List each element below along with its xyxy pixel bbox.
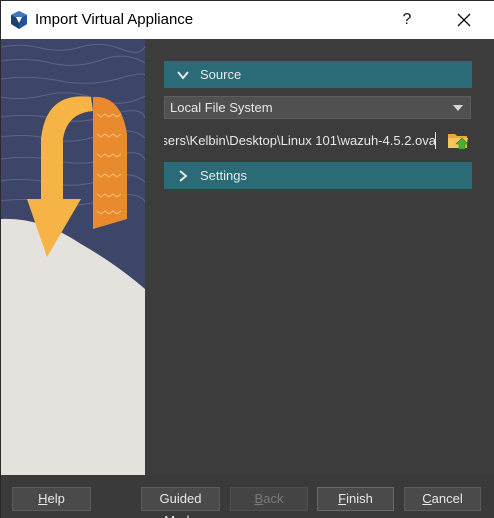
context-help-button[interactable]: ? [396,8,418,32]
file-path-input[interactable]: C:\Users\Kelbin\Desktop\Linux 101\wazuh-… [164,129,436,152]
back-button[interactable]: Back [230,487,308,511]
chevron-right-icon [179,169,188,182]
import-arrow-illustration [1,39,145,475]
title-bar: Import Virtual Appliance ? [1,1,494,39]
close-icon[interactable] [449,7,479,33]
window-title: Import Virtual Appliance [35,11,194,28]
wizard-illustration [1,39,145,475]
source-section-label: Source [200,67,242,82]
import-appliance-dialog: Import Virtual Appliance ? Source Local … [0,0,494,518]
virtualbox-icon [11,11,27,29]
text-caret [435,132,436,149]
source-type-value: Local File System [170,100,273,115]
dialog-button-bar: Help Guided Mode Back Finish Cancel [1,475,494,518]
dropdown-arrow-icon [453,105,463,111]
settings-section-label: Settings [200,168,247,183]
source-type-select[interactable]: Local File System [164,96,471,119]
guided-mode-button[interactable]: Guided Mode [141,487,220,518]
open-folder-icon[interactable] [445,127,471,153]
chevron-down-icon [177,70,189,80]
file-path-value: C:\Users\Kelbin\Desktop\Linux 101\wazuh-… [164,133,436,148]
help-button[interactable]: Help [12,487,91,511]
source-section-header[interactable]: Source [164,61,472,88]
content-panel: Source Local File System C:\Users\Kelbin… [145,39,494,475]
finish-button[interactable]: Finish [317,487,394,511]
settings-section-header[interactable]: Settings [164,162,472,189]
cancel-button[interactable]: Cancel [404,487,481,511]
